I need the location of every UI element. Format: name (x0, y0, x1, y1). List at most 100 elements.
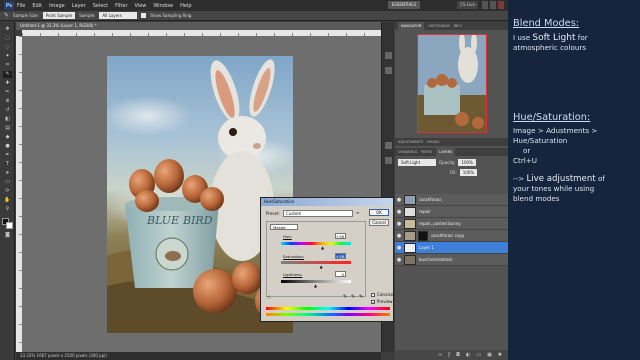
cancel-button[interactable]: Cancel (369, 219, 389, 226)
eye-icon[interactable]: ● (395, 197, 403, 203)
eye-icon[interactable]: ● (395, 245, 403, 251)
layer-row[interactable]: ● repair (395, 206, 508, 218)
tab-paths[interactable]: PATHS (421, 150, 432, 154)
sample-size-select[interactable]: Point Sample (42, 12, 76, 19)
opacity-input[interactable]: 100% (458, 158, 476, 166)
eyedropper-icon[interactable]: ✎ (343, 294, 347, 300)
healing-tool-icon[interactable]: ✚ (3, 80, 12, 87)
eraser-tool-icon[interactable]: ◧ (3, 116, 12, 123)
layer-row[interactable]: ● repair, pasted bunny (395, 218, 508, 230)
menu-window[interactable]: Window (153, 3, 173, 9)
ok-button[interactable]: OK (369, 209, 389, 216)
layer-row[interactable]: ● buschelmelstock (395, 254, 508, 266)
document-tab[interactable]: Untitled-1 @ 33.3% (Layer 1, RGB/8) * (16, 22, 381, 30)
history-panel-icon[interactable] (385, 142, 392, 149)
fx-icon[interactable]: ƒ (448, 352, 450, 358)
zoom-tool-icon[interactable]: ⚲ (3, 206, 12, 213)
hand-tool-icon[interactable]: ✋ (3, 197, 12, 204)
hue-slider-thumb[interactable]: ▲ (321, 245, 324, 250)
pen-tool-icon[interactable]: ✒ (3, 152, 12, 159)
cs-live-button[interactable]: CS Live (457, 1, 478, 9)
preset-select[interactable]: Custom (283, 210, 353, 217)
3d-rotate-icon[interactable]: ⟳ (3, 188, 12, 195)
mask-icon[interactable]: ◘ (456, 352, 460, 358)
layer-row-selected[interactable]: ● Layer 1 (395, 242, 508, 254)
eyedropper-tool-icon[interactable]: ✎ (3, 71, 12, 78)
eye-icon[interactable]: ● (395, 257, 403, 263)
tab-histogram[interactable]: HISTOGRAM (428, 24, 449, 28)
quick-mask-icon[interactable]: ◙ (3, 232, 12, 239)
hue-input[interactable]: +36 (335, 233, 346, 239)
path-select-icon[interactable]: ➤ (3, 170, 12, 177)
layer-row[interactable]: ● sarahforaci copy (395, 230, 508, 242)
trash-icon[interactable]: ✖ (498, 352, 502, 358)
background-color-swatch[interactable] (6, 222, 13, 229)
targeted-adjustment-icon[interactable]: ☝ (267, 294, 271, 301)
eyedropper-minus-icon[interactable]: ✎ (359, 294, 363, 300)
shape-tool-icon[interactable]: ▭ (3, 179, 12, 186)
type-tool-icon[interactable]: T (3, 161, 12, 168)
lightness-input[interactable]: 0 (335, 271, 346, 277)
saturation-slider-track[interactable] (281, 261, 351, 264)
adjustment-icon[interactable]: ◐ (466, 352, 470, 358)
tab-masks[interactable]: MASKS (427, 140, 439, 144)
menu-layer[interactable]: Layer (72, 3, 86, 9)
menu-file[interactable]: File (17, 3, 25, 9)
navigator-preview[interactable] (417, 34, 487, 133)
eye-icon[interactable]: ● (395, 221, 403, 227)
tab-channels[interactable]: CHANNELS (398, 150, 417, 154)
dodge-tool-icon[interactable]: ● (3, 143, 12, 150)
preview-checkbox[interactable]: ✓ (371, 300, 375, 305)
lightness-slider-thumb[interactable]: ▲ (314, 283, 317, 288)
menu-help[interactable]: Help (180, 3, 191, 9)
preset-menu-icon[interactable]: ≡ (356, 210, 362, 217)
workspace-switcher[interactable]: ESSENTIALS (387, 1, 420, 9)
menu-select[interactable]: Select (93, 3, 108, 9)
folder-icon[interactable]: ▭ (476, 352, 481, 358)
preset-label: Preset: (266, 211, 280, 216)
lasso-tool-icon[interactable]: ◌ (3, 44, 12, 51)
layers-footer: ∞ ƒ ◘ ◐ ▭ ▣ ✖ (395, 350, 508, 360)
close-button[interactable] (498, 1, 504, 9)
clone-source-panel-icon[interactable] (385, 67, 392, 74)
saturation-slider-thumb[interactable]: ▲ (320, 264, 323, 269)
crop-tool-icon[interactable]: ⌗ (3, 62, 12, 69)
saturation-input[interactable]: +16 (335, 253, 346, 259)
maximize-button[interactable] (490, 1, 496, 9)
hue-slider-track[interactable] (281, 242, 351, 245)
blend-mode-select[interactable]: Soft Light (398, 158, 436, 166)
tab-navigator[interactable]: NAVIGATOR (398, 22, 425, 30)
eye-icon[interactable]: ● (395, 209, 403, 215)
layer-row[interactable]: ● sarahforaci (395, 194, 508, 206)
clone-tool-icon[interactable]: ⊕ (3, 98, 12, 105)
menu-filter[interactable]: Filter (115, 3, 127, 9)
colorize-checkbox[interactable] (371, 293, 375, 297)
quick-select-tool-icon[interactable]: ✦ (3, 53, 12, 60)
menu-edit[interactable]: Edit (32, 3, 42, 9)
history-brush-icon[interactable]: ↺ (3, 107, 12, 114)
tab-info[interactable]: INFO (454, 24, 462, 28)
layer-name: sarahforaci (419, 197, 442, 202)
move-tool-icon[interactable]: ✥ (3, 26, 12, 33)
menu-view[interactable]: View (135, 3, 147, 9)
tab-layers[interactable]: LAYERS (436, 148, 456, 156)
layer-mask-thumbnail[interactable] (418, 230, 428, 241)
minimize-button[interactable] (482, 1, 488, 9)
fill-input[interactable]: 100% (459, 168, 478, 176)
new-layer-icon[interactable]: ▣ (487, 352, 492, 358)
tab-adjustments[interactable]: ADJUSTMENTS (398, 140, 423, 144)
sample-select[interactable]: All Layers (99, 12, 138, 19)
eyedropper-plus-icon[interactable]: ✎ (351, 294, 355, 300)
marquee-tool-icon[interactable]: ⬚ (3, 35, 12, 42)
show-ring-checkbox[interactable] (141, 13, 147, 18)
brush-tool-icon[interactable]: ✏ (3, 89, 12, 96)
menu-image[interactable]: Image (49, 3, 65, 9)
blur-tool-icon[interactable]: ◆ (3, 134, 12, 141)
channel-select[interactable]: Master (270, 224, 298, 230)
navigator-tabs: NAVIGATOR HISTOGRAM INFO (395, 22, 508, 30)
eye-icon[interactable]: ● (395, 233, 403, 239)
brush-panel-icon[interactable] (385, 52, 392, 59)
link-icon[interactable]: ∞ (438, 352, 442, 358)
actions-panel-icon[interactable] (385, 157, 392, 164)
gradient-tool-icon[interactable]: ▤ (3, 125, 12, 132)
